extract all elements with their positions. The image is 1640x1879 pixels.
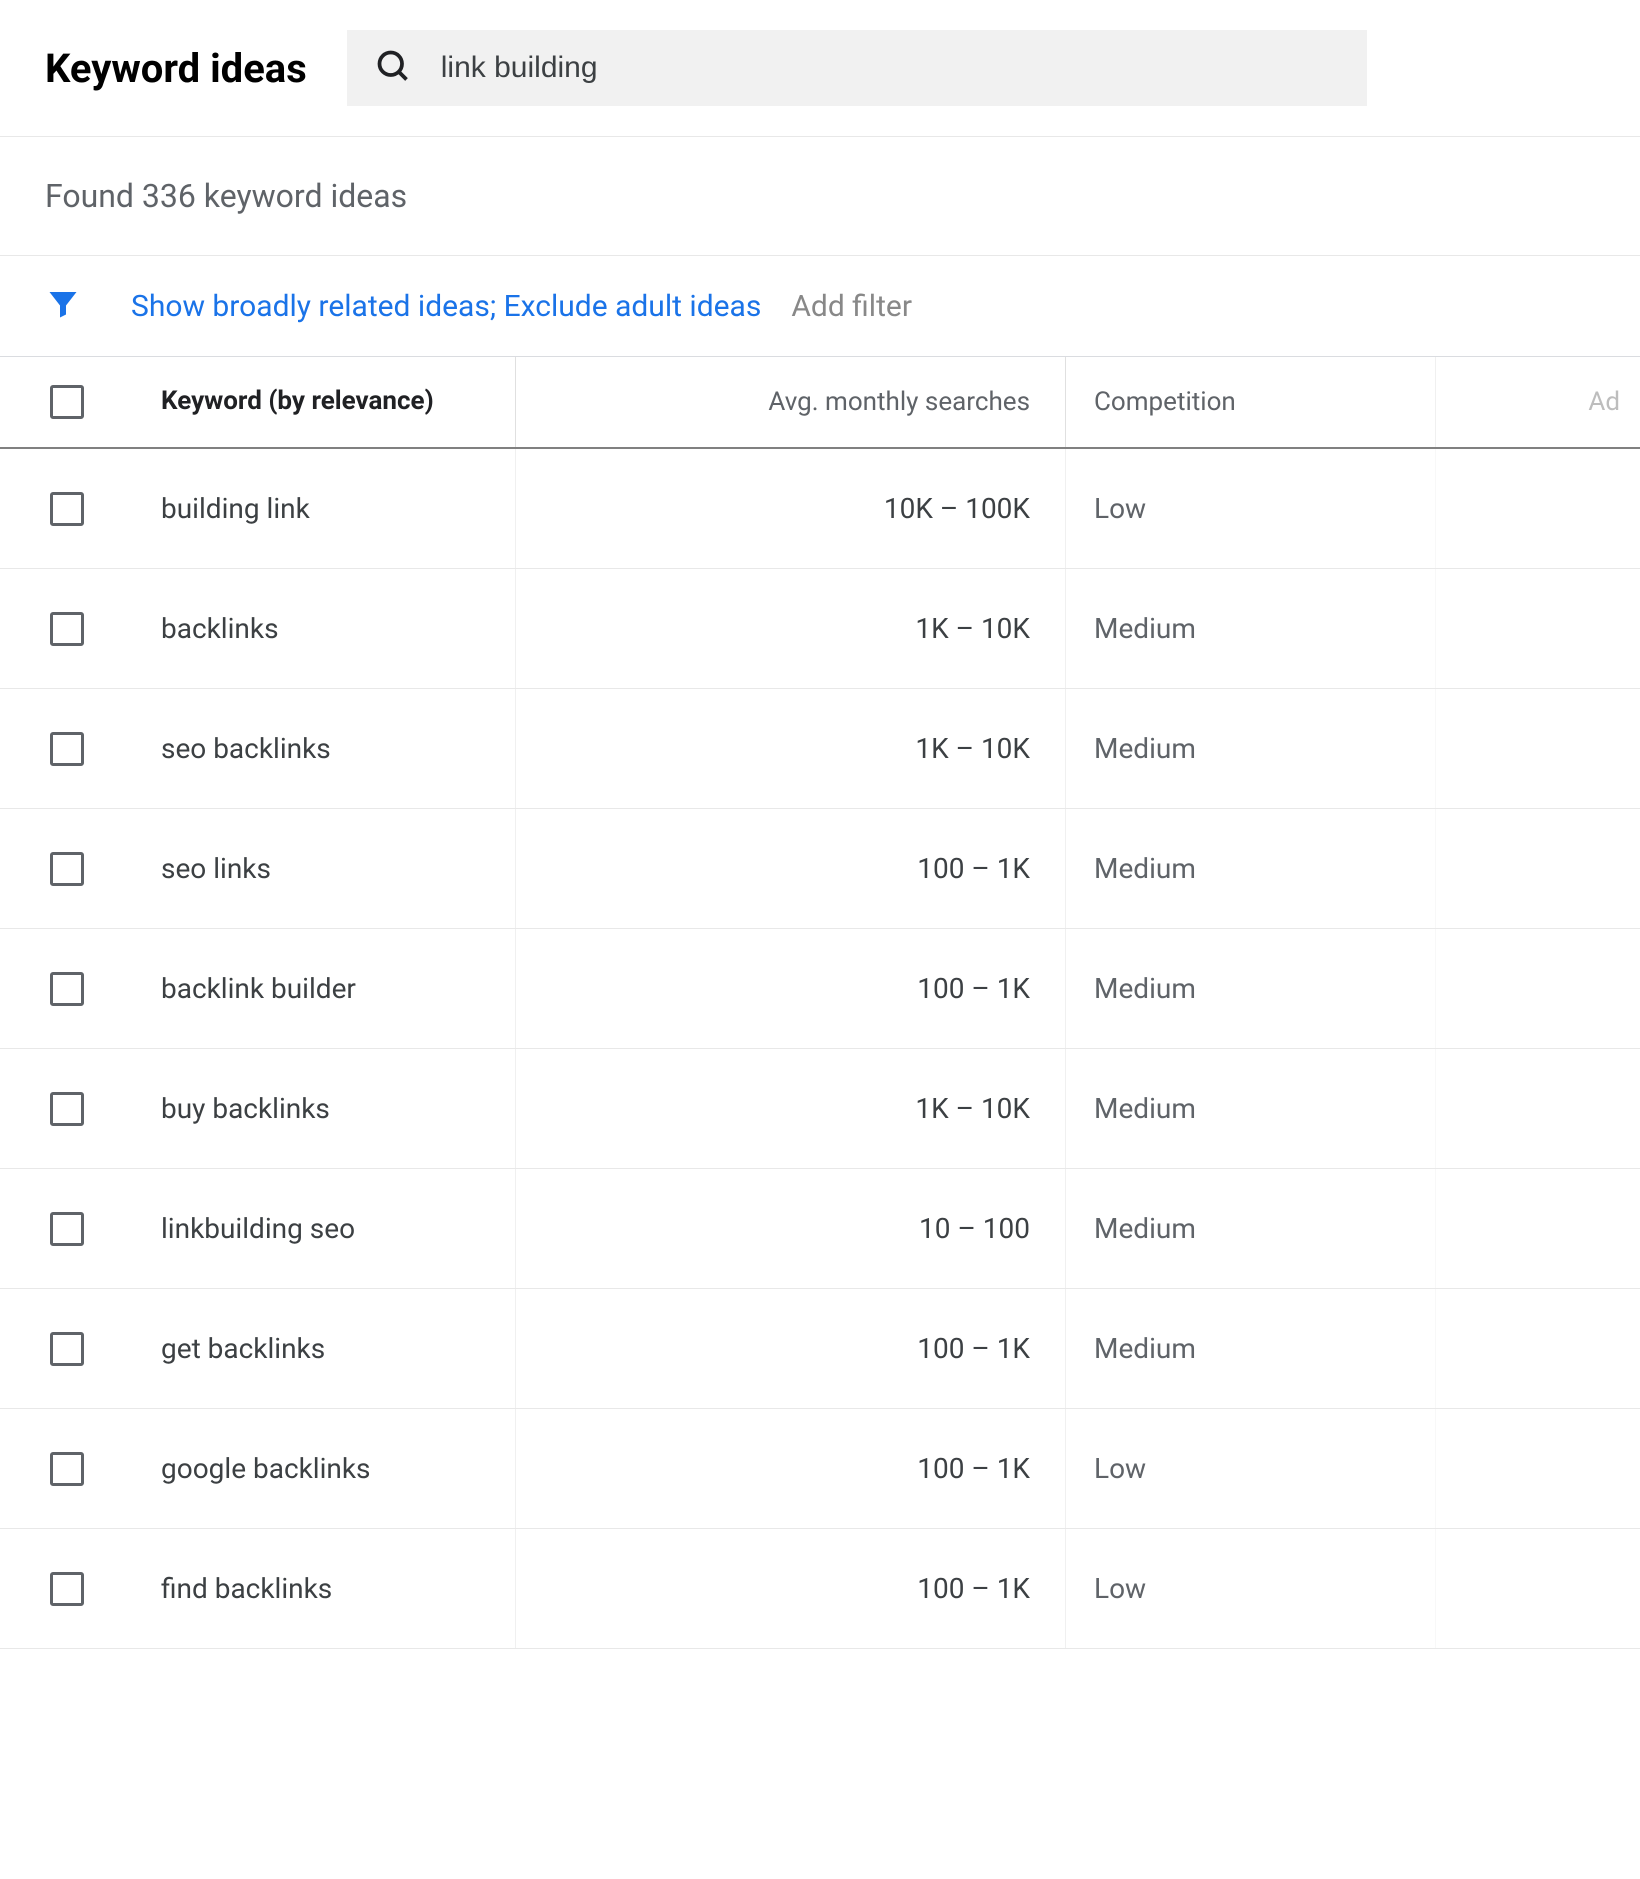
row-checkbox[interactable] <box>50 492 84 526</box>
select-all-checkbox[interactable] <box>50 385 84 419</box>
row-checkbox-cell <box>0 1529 145 1648</box>
table-row: seo backlinks1K – 10KMedium <box>0 689 1640 809</box>
competition-cell: Medium <box>1065 1289 1435 1408</box>
column-header-ad[interactable]: Ad <box>1435 357 1640 447</box>
page-title: Keyword ideas <box>45 45 307 92</box>
keyword-cell[interactable]: google backlinks <box>145 1409 515 1528</box>
row-checkbox-cell <box>0 1049 145 1168</box>
table-row: backlink builder100 – 1KMedium <box>0 929 1640 1049</box>
table-row: building link10K – 100KLow <box>0 449 1640 569</box>
keyword-cell[interactable]: buy backlinks <box>145 1049 515 1168</box>
searches-cell: 1K – 10K <box>515 1049 1065 1168</box>
table-header: Keyword (by relevance) Avg. monthly sear… <box>0 356 1640 449</box>
row-checkbox[interactable] <box>50 1572 84 1606</box>
header-checkbox-cell <box>0 357 145 447</box>
searches-cell: 1K – 10K <box>515 689 1065 808</box>
searches-cell: 10 – 100 <box>515 1169 1065 1288</box>
row-checkbox[interactable] <box>50 612 84 646</box>
searches-cell: 100 – 1K <box>515 1529 1065 1648</box>
competition-cell: Low <box>1065 1409 1435 1528</box>
searches-cell: 1K – 10K <box>515 569 1065 688</box>
competition-cell: Medium <box>1065 809 1435 928</box>
table-row: find backlinks100 – 1KLow <box>0 1529 1640 1649</box>
keyword-cell[interactable]: find backlinks <box>145 1529 515 1648</box>
ad-cell <box>1435 1049 1640 1168</box>
row-checkbox[interactable] <box>50 1212 84 1246</box>
search-icon <box>375 48 411 88</box>
keyword-table: Keyword (by relevance) Avg. monthly sear… <box>0 356 1640 1649</box>
table-row: google backlinks100 – 1KLow <box>0 1409 1640 1529</box>
header-row: Keyword ideas <box>0 0 1640 136</box>
row-checkbox-cell <box>0 449 145 568</box>
row-checkbox-cell <box>0 1289 145 1408</box>
row-checkbox[interactable] <box>50 1092 84 1126</box>
add-filter-button[interactable]: Add filter <box>791 289 912 324</box>
ad-cell <box>1435 569 1640 688</box>
ad-cell <box>1435 449 1640 568</box>
search-input[interactable] <box>441 51 1339 85</box>
searches-cell: 100 – 1K <box>515 1289 1065 1408</box>
row-checkbox[interactable] <box>50 732 84 766</box>
searches-cell: 100 – 1K <box>515 809 1065 928</box>
ad-cell <box>1435 1289 1640 1408</box>
row-checkbox-cell <box>0 929 145 1048</box>
searches-cell: 100 – 1K <box>515 929 1065 1048</box>
found-count: Found 336 keyword ideas <box>0 137 1640 255</box>
filter-link[interactable]: Show broadly related ideas; Exclude adul… <box>131 289 761 324</box>
searches-cell: 10K – 100K <box>515 449 1065 568</box>
ad-cell <box>1435 1409 1640 1528</box>
competition-cell: Medium <box>1065 689 1435 808</box>
competition-cell: Medium <box>1065 1049 1435 1168</box>
keyword-cell[interactable]: seo links <box>145 809 515 928</box>
keyword-cell[interactable]: backlinks <box>145 569 515 688</box>
table-row: seo links100 – 1KMedium <box>0 809 1640 929</box>
competition-cell: Medium <box>1065 929 1435 1048</box>
ad-cell <box>1435 929 1640 1048</box>
row-checkbox[interactable] <box>50 852 84 886</box>
row-checkbox-cell <box>0 809 145 928</box>
table-row: get backlinks100 – 1KMedium <box>0 1289 1640 1409</box>
table-row: buy backlinks1K – 10KMedium <box>0 1049 1640 1169</box>
ad-cell <box>1435 1529 1640 1648</box>
filter-row: Show broadly related ideas; Exclude adul… <box>0 255 1640 356</box>
competition-cell: Medium <box>1065 1169 1435 1288</box>
row-checkbox-cell <box>0 569 145 688</box>
search-box[interactable] <box>347 30 1367 106</box>
filter-icon[interactable] <box>45 286 81 326</box>
row-checkbox[interactable] <box>50 972 84 1006</box>
competition-cell: Low <box>1065 1529 1435 1648</box>
ad-cell <box>1435 1169 1640 1288</box>
keyword-cell[interactable]: backlink builder <box>145 929 515 1048</box>
row-checkbox-cell <box>0 689 145 808</box>
keyword-cell[interactable]: building link <box>145 449 515 568</box>
ad-cell <box>1435 809 1640 928</box>
table-row: backlinks1K – 10KMedium <box>0 569 1640 689</box>
keyword-cell[interactable]: get backlinks <box>145 1289 515 1408</box>
searches-cell: 100 – 1K <box>515 1409 1065 1528</box>
table-body: building link10K – 100KLowbacklinks1K – … <box>0 449 1640 1649</box>
column-header-keyword[interactable]: Keyword (by relevance) <box>145 357 515 447</box>
row-checkbox-cell <box>0 1169 145 1288</box>
keyword-cell[interactable]: seo backlinks <box>145 689 515 808</box>
row-checkbox-cell <box>0 1409 145 1528</box>
column-header-searches[interactable]: Avg. monthly searches <box>515 357 1065 447</box>
ad-cell <box>1435 689 1640 808</box>
row-checkbox[interactable] <box>50 1452 84 1486</box>
competition-cell: Low <box>1065 449 1435 568</box>
competition-cell: Medium <box>1065 569 1435 688</box>
column-header-competition[interactable]: Competition <box>1065 357 1435 447</box>
keyword-cell[interactable]: linkbuilding seo <box>145 1169 515 1288</box>
row-checkbox[interactable] <box>50 1332 84 1366</box>
table-row: linkbuilding seo10 – 100Medium <box>0 1169 1640 1289</box>
